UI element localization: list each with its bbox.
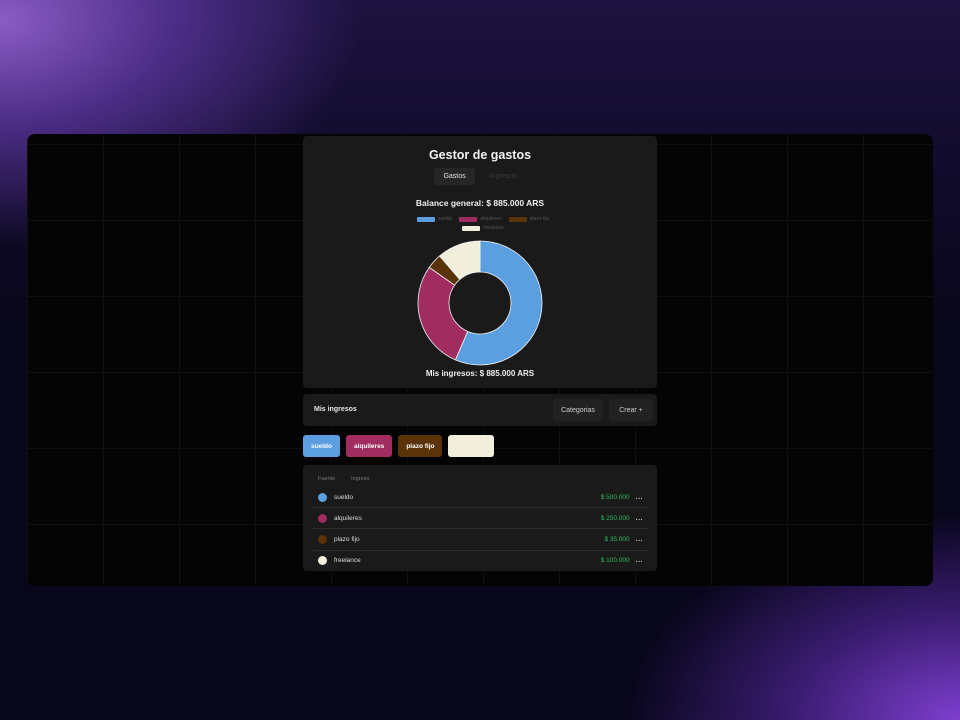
row-fuente: plazo fijo — [334, 536, 360, 544]
legend-label: freelance — [483, 225, 504, 231]
tab-bar: Gastos Ingresos — [303, 168, 657, 185]
tab-gastos[interactable]: Gastos — [434, 168, 475, 185]
legend-item[interactable]: sueldo — [416, 216, 453, 222]
row-ingreso: $ 500.000 — [600, 493, 630, 501]
income-donut-chart — [417, 240, 543, 366]
legend-label: alquileres — [480, 216, 502, 222]
table-row[interactable]: alquileres $ 250.000... — [313, 508, 649, 530]
row-options-button[interactable]: ... — [636, 515, 643, 522]
row-fuente: sueldo — [334, 493, 354, 501]
row-fuente: freelance — [334, 557, 361, 565]
row-options-button[interactable]: ... — [636, 536, 643, 543]
ingresos-table: Fuente Ingreso sueldo $ 500.000... alquile… — [303, 465, 657, 571]
table-row[interactable]: plazo fijo $ 35.000... — [313, 530, 649, 551]
legend-swatch — [508, 216, 527, 222]
legend-label: plazo fijo — [529, 216, 550, 222]
category-chip[interactable]: plazo fijo — [398, 435, 443, 457]
ingresos-toolbar: Mis ingresos Categorias Crear + — [303, 394, 657, 426]
chart-legend: sueldo alquileres plazo fijo freelance — [403, 216, 563, 231]
legend-label: sueldo — [437, 216, 453, 222]
section-title: Mis ingresos — [314, 406, 357, 413]
donut-slice-alquileres[interactable] — [417, 266, 469, 361]
legend-swatch — [462, 225, 481, 231]
legend-swatch — [416, 216, 435, 222]
page-title: Gestor de gastos — [428, 148, 532, 162]
row-fuente: alquileres — [334, 514, 362, 522]
crear-button[interactable]: Crear + — [609, 399, 653, 421]
app-window: Gestor de gastos Gastos Ingresos Balance… — [27, 134, 933, 586]
category-color-dot — [318, 556, 327, 566]
category-color-dot — [318, 513, 327, 523]
column-header-fuente: Fuente — [318, 476, 336, 482]
category-chips: sueldo alquileres plazo fijo freelance — [303, 435, 495, 457]
category-color-dot — [318, 492, 327, 502]
balance-general: Balance general: $ 885.000 ARS — [415, 198, 545, 208]
categorias-button[interactable]: Categorias — [553, 399, 603, 421]
row-ingreso: $ 100.000 — [600, 557, 630, 565]
legend-item[interactable]: plazo fijo — [508, 216, 550, 222]
table-header: Fuente Ingreso — [318, 476, 369, 482]
category-color-dot — [318, 535, 327, 545]
legend-item[interactable]: alquileres — [459, 216, 502, 222]
legend-swatch — [459, 216, 478, 222]
category-chip[interactable]: sueldo — [303, 435, 340, 457]
tab-ingresos[interactable]: Ingresos — [481, 168, 526, 185]
row-options-button[interactable]: ... — [636, 494, 643, 501]
table-row[interactable]: freelance $ 100.000... — [313, 551, 649, 571]
row-ingreso: $ 250.000 — [600, 514, 630, 522]
ingresos-total: Mis ingresos: $ 885.000 ARS — [425, 369, 535, 378]
summary-card: Gestor de gastos Gastos Ingresos Balance… — [303, 136, 657, 388]
main-column: Gestor de gastos Gastos Ingresos Balance… — [303, 134, 657, 586]
row-options-button[interactable]: ... — [636, 557, 643, 564]
category-chip[interactable]: freelance — [448, 435, 495, 457]
legend-item[interactable]: freelance — [462, 225, 504, 231]
category-chip[interactable]: alquileres — [345, 435, 393, 457]
row-ingreso: $ 35.000 — [604, 536, 630, 544]
column-header-ingreso: Ingreso — [351, 476, 370, 482]
table-row[interactable]: sueldo $ 500.000... — [313, 487, 649, 508]
